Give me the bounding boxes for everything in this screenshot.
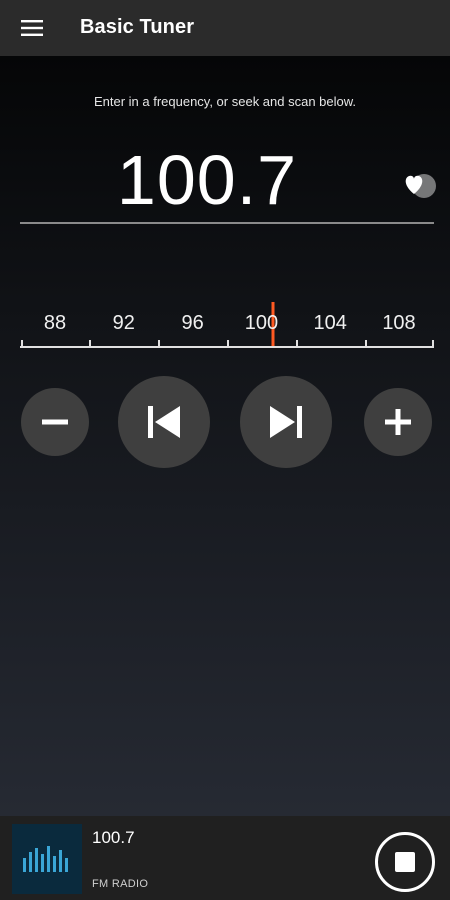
dial-label-104: 104 xyxy=(313,312,347,334)
stop-icon xyxy=(395,852,415,872)
dial-tick xyxy=(227,340,229,348)
plus-icon xyxy=(385,409,411,435)
dial-label-92: 92 xyxy=(112,312,135,334)
dial-tick xyxy=(295,340,298,348)
station-art xyxy=(12,824,82,894)
skip-next-icon xyxy=(270,406,302,438)
skip-previous-icon xyxy=(148,406,180,438)
seek-back-button[interactable] xyxy=(118,376,210,468)
seek-forward-button[interactable] xyxy=(240,376,332,468)
now-playing-bar[interactable]: 100.7 FM RADIO xyxy=(0,816,450,900)
dial-tick xyxy=(158,340,161,348)
dial-label-88: 88 xyxy=(43,312,67,334)
frequency-input[interactable] xyxy=(20,138,434,224)
favorite-button[interactable] xyxy=(400,166,440,202)
instruction-text: Enter in a frequency, or seek and scan b… xyxy=(93,94,357,109)
now-playing-subtitle: FM RADIO xyxy=(92,878,149,890)
now-playing-title: 100.7 xyxy=(92,828,135,847)
frequency-dial[interactable]: 88 92 96 100 104 108 xyxy=(20,296,434,356)
tuner-panel: Enter in a frequency, or seek and scan b… xyxy=(0,56,450,816)
dial-label-108: 108 xyxy=(382,312,416,334)
dial-tick xyxy=(89,340,92,348)
dial-tick xyxy=(432,340,434,348)
hamburger-menu-icon xyxy=(21,20,43,36)
step-down-button[interactable] xyxy=(21,388,89,456)
stop-button[interactable] xyxy=(375,832,435,892)
menu-button[interactable] xyxy=(0,0,64,56)
dial-tick xyxy=(20,340,23,348)
dial-label-100: 100 xyxy=(244,312,279,334)
step-up-button[interactable] xyxy=(364,388,432,456)
app-title: Basic Tuner xyxy=(80,16,195,38)
app-bar: Basic Tuner xyxy=(0,0,450,56)
dial-label-96: 96 xyxy=(181,312,204,334)
equalizer-bars-icon xyxy=(23,846,68,872)
heart-icon xyxy=(405,174,436,198)
minus-icon xyxy=(42,419,68,425)
dial-tick xyxy=(364,340,367,348)
